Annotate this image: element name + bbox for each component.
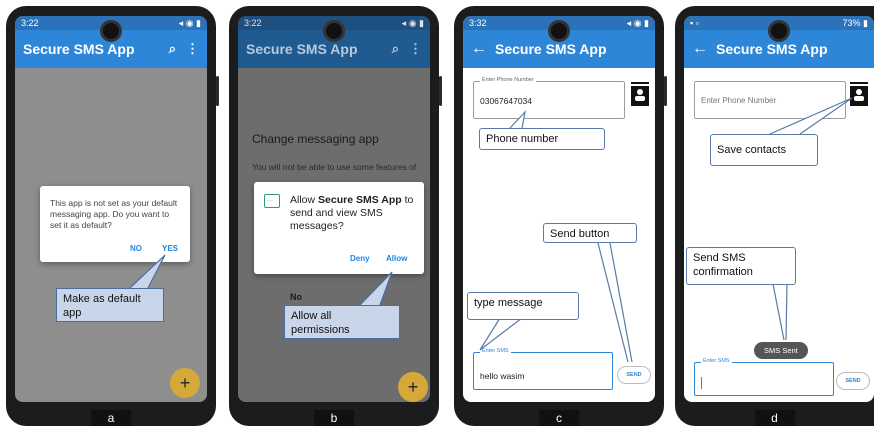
back-arrow-icon[interactable]: ←: [471, 40, 491, 58]
phone-b-screen: 3:22 ◂ ◉ ▮ Secure SMS App ⌕ ⋮ Change mes…: [238, 16, 430, 402]
back-arrow-icon[interactable]: ←: [692, 40, 712, 58]
panel-label-a: a: [91, 410, 131, 426]
status-icons: ◂ ◉ ▮: [401, 18, 424, 28]
fab-add-button[interactable]: +: [398, 372, 428, 402]
permission-message: Allow Secure SMS App to send and view SM…: [290, 194, 414, 232]
sms-message-value: hello wasim: [480, 371, 525, 381]
deny-button[interactable]: Deny: [350, 254, 370, 263]
default-app-dialog: This app is not set as your default mess…: [40, 186, 190, 262]
app-title: Secure SMS App: [23, 41, 135, 57]
phone-number-value: 03067647034: [480, 96, 533, 106]
send-button[interactable]: SEND: [617, 366, 651, 384]
phone-d: ▪ ▫ 73% ▮ ← Secure SMS App Enter Phone N…: [675, 6, 874, 426]
callout-send-button: Send button: [543, 223, 637, 243]
sms-message-field[interactable]: Enter SMS hello wasim: [473, 348, 613, 390]
sms-icon: ···: [264, 194, 280, 208]
app-title: Secure SMS App: [495, 41, 607, 57]
status-time: 3:32: [469, 18, 487, 28]
status-time: 3:22: [244, 18, 262, 28]
overflow-menu-icon[interactable]: ⋮: [186, 41, 199, 57]
callout-send-confirmation: Send SMS confirmation: [686, 247, 796, 285]
callout-allow-permissions: Allow all permissions: [284, 305, 400, 339]
callout-type-message: type message: [467, 292, 579, 320]
phone-a-screen: 3:22 ◂ ◉ ▮ Secure SMS App ⌕ ⋮ This app i…: [15, 16, 207, 402]
contact-book-icon[interactable]: [850, 82, 868, 106]
yes-button[interactable]: YES: [162, 244, 178, 253]
phone-d-screen: ▪ ▫ 73% ▮ ← Secure SMS App Enter Phone N…: [684, 16, 874, 402]
callout-phone-number: Phone number: [479, 128, 605, 150]
sms-message-field[interactable]: Enter SMS: [694, 358, 834, 396]
app-title: Secure SMS App: [716, 41, 828, 57]
camera-notch: [323, 20, 345, 42]
bg-dialog-text: You will not be able to use some feature…: [252, 162, 417, 172]
phone-b: 3:22 ◂ ◉ ▮ Secure SMS App ⌕ ⋮ Change mes…: [229, 6, 442, 426]
bg-no-option: No: [290, 292, 302, 302]
camera-notch: [768, 20, 790, 42]
panel-label-c: c: [539, 410, 579, 426]
status-icons: ◂ ◉ ▮: [178, 18, 201, 28]
figure-canvas: 3:22 ◂ ◉ ▮ Secure SMS App ⌕ ⋮ This app i…: [0, 0, 874, 428]
status-time: 3:22: [21, 18, 39, 28]
callout-save-contacts: Save contacts: [710, 134, 818, 166]
status-icons-left: ▪ ▫: [690, 18, 699, 28]
phone-c: 3:32 ◂ ◉ ▮ ← Secure SMS App Enter Phone …: [454, 6, 667, 426]
panel-label-d: d: [754, 410, 795, 426]
camera-notch: [100, 20, 122, 42]
phone-number-placeholder: Enter Phone Number: [701, 96, 777, 105]
send-button[interactable]: SEND: [836, 372, 870, 390]
search-icon[interactable]: ⌕: [392, 41, 399, 57]
panel-label-b: b: [314, 410, 354, 426]
status-icons: ◂ ◉ ▮: [626, 18, 649, 28]
phone-a: 3:22 ◂ ◉ ▮ Secure SMS App ⌕ ⋮ This app i…: [6, 6, 219, 426]
phone-number-field[interactable]: Enter Phone Number 03067647034: [473, 77, 625, 119]
allow-button[interactable]: Allow: [386, 254, 407, 263]
camera-notch: [548, 20, 570, 42]
permission-dialog: ··· Allow Secure SMS App to send and vie…: [254, 182, 424, 274]
no-button[interactable]: NO: [130, 244, 142, 253]
app-title: Secure SMS App: [246, 41, 358, 57]
phone-number-field[interactable]: Enter Phone Number: [694, 81, 846, 119]
phone-c-screen: 3:32 ◂ ◉ ▮ ← Secure SMS App Enter Phone …: [463, 16, 655, 402]
sms-sent-toast: SMS Sent: [754, 342, 808, 359]
search-icon[interactable]: ⌕: [169, 41, 176, 57]
text-cursor: [701, 377, 702, 389]
callout-make-default: Make as default app: [56, 288, 164, 322]
fab-add-button[interactable]: +: [170, 368, 200, 398]
dialog-message: This app is not set as your default mess…: [50, 198, 178, 230]
contact-book-icon[interactable]: [631, 82, 649, 106]
status-battery: 73% ▮: [842, 18, 868, 28]
overflow-menu-icon[interactable]: ⋮: [409, 41, 422, 57]
bg-dialog-title: Change messaging app: [252, 132, 379, 146]
